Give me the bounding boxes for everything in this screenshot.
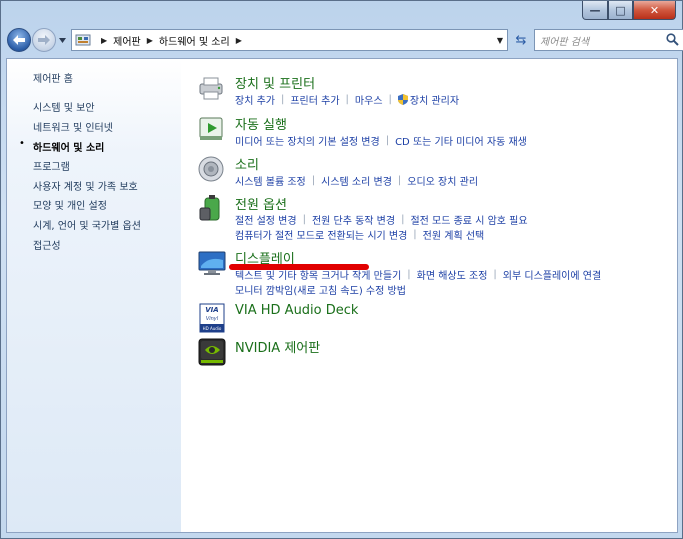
mouse-link[interactable]: 마우스	[355, 92, 383, 107]
control-panel-icon	[75, 34, 91, 46]
adjust-resolution-link[interactable]: 화면 해상도 조정	[417, 267, 488, 282]
minimize-button[interactable]: —	[582, 1, 608, 20]
change-media-defaults-link[interactable]: 미디어 또는 장치의 기본 설정 변경	[235, 133, 380, 148]
speaker-icon	[198, 156, 224, 182]
sidebar-item-clock-language[interactable]: 시계, 언어 및 국가별 옵션	[33, 217, 141, 232]
autoplay-links: 미디어 또는 장치의 기본 설정 변경 | CD 또는 기타 미디어 자동 재생	[235, 133, 527, 148]
sidebar-item-programs[interactable]: 프로그램	[33, 158, 70, 173]
breadcrumb-separator-icon: ▶	[101, 35, 108, 45]
sidebar-item-network-internet[interactable]: 네트워크 및 인터넷	[33, 119, 113, 134]
link-separator: |	[388, 94, 392, 105]
chevron-down-icon	[58, 37, 66, 43]
printer-icon	[199, 77, 223, 100]
link-separator: |	[401, 214, 405, 225]
vinyl-icon-text: Vinyl	[206, 316, 219, 322]
display-links-row2: 모니터 깜박임(새로 고침 속도) 수정 방법	[235, 282, 406, 297]
power-links-row1: 절전 설정 변경 | 전원 단추 동작 변경 | 절전 모드 종료 시 암호 필…	[235, 212, 528, 227]
choose-power-plan-link[interactable]: 전원 계획 선택	[423, 227, 485, 242]
sidebar-item-control-panel-home[interactable]: 제어판 홈	[33, 70, 73, 85]
maximize-icon: □	[615, 3, 626, 17]
device-manager-link[interactable]: 장치 관리자	[410, 92, 459, 107]
refresh-button[interactable]: ⇆	[512, 29, 530, 51]
navigation-bar: ▶ 제어판 ▶ 하드웨어 및 소리 ▶ ▼ ⇆ 제어판 검색	[7, 26, 683, 54]
breadcrumb-separator-icon[interactable]: ▶	[236, 36, 242, 45]
power-options-title[interactable]: 전원 옵션	[235, 194, 287, 213]
forward-arrow-icon	[38, 35, 50, 45]
current-item-bullet: •	[19, 138, 25, 149]
sound-links: 시스템 볼륨 조정 | 시스템 소리 변경 | 오디오 장치 관리	[235, 173, 478, 188]
devices-printers-title[interactable]: 장치 및 프린터	[235, 73, 315, 92]
link-separator: |	[397, 175, 402, 186]
search-placeholder: 제어판 검색	[540, 36, 590, 48]
add-device-link[interactable]: 장치 추가	[235, 92, 275, 107]
connect-external-display-link[interactable]: 외부 디스플레이에 연결	[503, 267, 601, 282]
refresh-icon: ⇆	[515, 32, 527, 48]
sound-title[interactable]: 소리	[235, 154, 259, 173]
main-panel: 장치 및 프린터 장치 추가 | 프린터 추가 | 마우스 | 장치 관리자 자…	[181, 59, 677, 532]
change-sleep-settings-link[interactable]: 절전 설정 변경	[235, 212, 297, 227]
via-icon-text: VIA	[205, 306, 218, 314]
change-sleep-time-link[interactable]: 컴퓨터가 절전 모드로 전환되는 시기 변경	[235, 227, 407, 242]
play-cd-automatically-link[interactable]: CD 또는 기타 미디어 자동 재생	[395, 133, 527, 148]
red-highlight-underline	[229, 264, 369, 270]
link-separator: |	[413, 229, 417, 240]
search-input[interactable]: 제어판 검색	[534, 29, 683, 51]
address-bar[interactable]: ▶ 제어판 ▶ 하드웨어 및 소리 ▶ ▼	[71, 29, 508, 51]
close-icon: ✕	[649, 3, 660, 17]
sidebar: 제어판 홈 시스템 및 보안 네트워크 및 인터넷 • 하드웨어 및 소리 프로…	[7, 59, 181, 532]
search-icon[interactable]	[666, 33, 679, 46]
caption-buttons: — □ ✕	[582, 1, 676, 20]
add-printer-link[interactable]: 프린터 추가	[290, 92, 339, 107]
forward-button[interactable]	[32, 28, 56, 52]
hd-audio-icon-text: HD Audio	[203, 326, 222, 331]
sidebar-item-hardware-sound[interactable]: 하드웨어 및 소리	[33, 139, 104, 154]
manage-audio-devices-link[interactable]: 오디오 장치 관리	[407, 173, 478, 188]
link-separator: |	[493, 269, 497, 280]
back-button[interactable]	[7, 28, 31, 52]
link-separator: |	[345, 94, 349, 105]
link-separator: |	[311, 175, 316, 186]
address-dropdown-icon[interactable]: ▼	[497, 36, 503, 45]
recent-pages-dropdown[interactable]	[57, 35, 67, 45]
uac-shield-icon	[397, 94, 408, 105]
fix-monitor-flicker-link[interactable]: 모니터 깜박임(새로 고침 속도) 수정 방법	[235, 282, 406, 297]
back-arrow-icon	[13, 35, 25, 45]
display-icon	[198, 251, 226, 275]
adjust-volume-link[interactable]: 시스템 볼륨 조정	[235, 173, 306, 188]
sidebar-item-accessibility[interactable]: 접근성	[33, 237, 61, 252]
content-area: 제어판 홈 시스템 및 보안 네트워크 및 인터넷 • 하드웨어 및 소리 프로…	[6, 58, 678, 533]
sidebar-item-system-security[interactable]: 시스템 및 보안	[33, 99, 95, 114]
autoplay-icon	[199, 117, 223, 140]
link-separator: |	[385, 135, 390, 146]
maximize-button[interactable]: □	[608, 1, 633, 20]
breadcrumb-control-panel[interactable]: 제어판	[113, 33, 141, 48]
minimize-icon: —	[589, 3, 601, 17]
nvidia-icon	[198, 338, 226, 366]
autoplay-title[interactable]: 자동 실행	[235, 114, 287, 133]
change-system-sounds-link[interactable]: 시스템 소리 변경	[321, 173, 392, 188]
sidebar-item-appearance[interactable]: 모양 및 개인 설정	[33, 197, 107, 212]
nvidia-control-panel-title[interactable]: NVIDIA 제어판	[235, 337, 320, 356]
power-options-icon	[199, 195, 220, 221]
link-separator: |	[280, 94, 285, 105]
power-links-row2: 컴퓨터가 절전 모드로 전환되는 시기 변경 | 전원 계획 선택	[235, 227, 484, 242]
via-audio-icon: VIA Vinyl HD Audio	[199, 303, 225, 333]
link-separator: |	[407, 269, 411, 280]
change-power-button-link[interactable]: 전원 단추 동작 변경	[312, 212, 395, 227]
close-button[interactable]: ✕	[633, 1, 676, 20]
via-hd-audio-deck-title[interactable]: VIA HD Audio Deck	[235, 303, 358, 318]
link-separator: |	[302, 214, 306, 225]
breadcrumb-separator-icon[interactable]: ▶	[147, 36, 153, 45]
sidebar-item-user-accounts[interactable]: 사용자 계정 및 가족 보호	[33, 178, 138, 193]
breadcrumb-hardware-sound[interactable]: 하드웨어 및 소리	[159, 33, 230, 48]
require-password-on-wake-link[interactable]: 절전 모드 종료 시 암호 필요	[410, 212, 527, 227]
devices-printers-links: 장치 추가 | 프린터 추가 | 마우스 | 장치 관리자	[235, 92, 459, 107]
